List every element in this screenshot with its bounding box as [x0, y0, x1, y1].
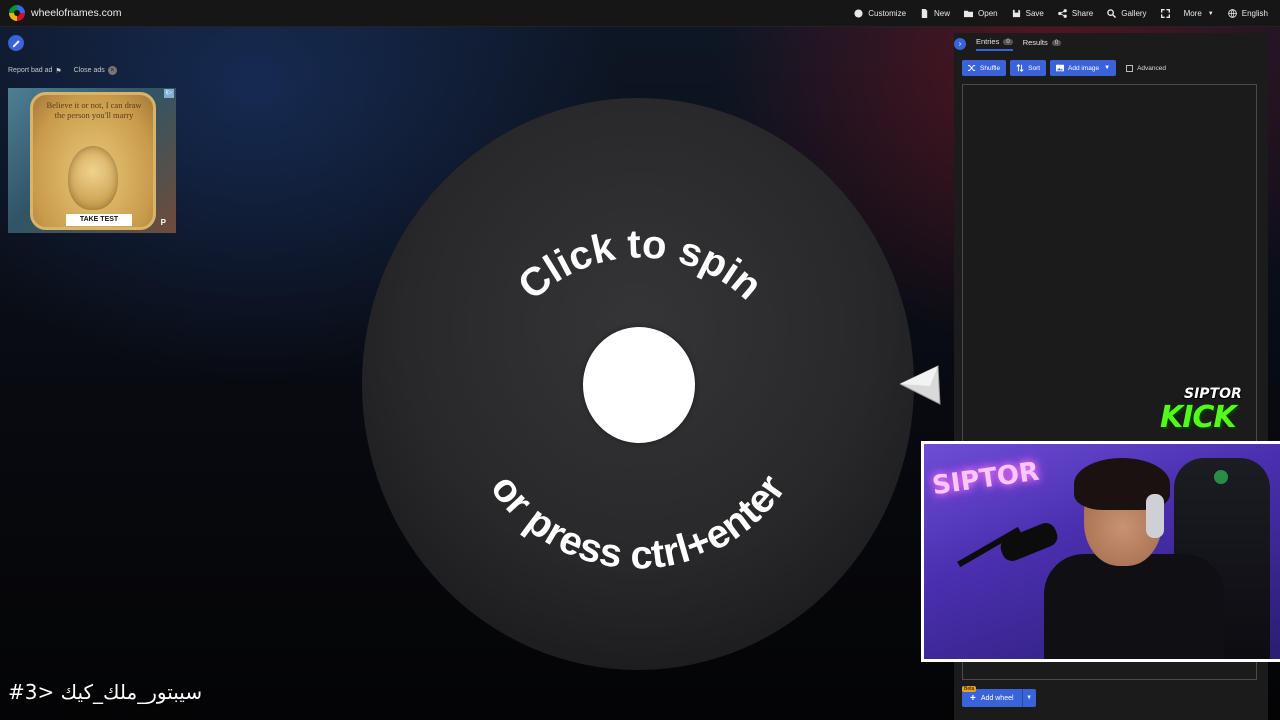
nav-customize[interactable]: Customize — [854, 9, 906, 18]
sort-icon — [1016, 64, 1024, 72]
palette-icon — [854, 9, 863, 18]
ad-portrait-image — [68, 146, 118, 210]
results-count-badge: 0 — [1051, 39, 1062, 46]
main-nav: Customize New Open Save Share Gallery Mo… — [854, 0, 1268, 27]
wheel-center-hub[interactable] — [583, 327, 695, 443]
nav-customize-label: Customize — [868, 9, 907, 18]
nav-language-label: English — [1241, 9, 1268, 18]
image-icon — [1056, 64, 1065, 72]
report-bad-ad-link[interactable]: Report bad ad ⚑ — [8, 66, 62, 75]
advanced-label: Advanced — [1137, 64, 1166, 72]
folder-open-icon — [964, 10, 974, 18]
nav-open-label: Open — [978, 9, 998, 18]
site-logo[interactable]: wheelofnames.com — [9, 5, 121, 21]
ad-info-icon[interactable]: i▷ — [164, 89, 174, 98]
nav-fullscreen[interactable] — [1160, 9, 1170, 18]
nav-gallery-label: Gallery — [1121, 9, 1147, 18]
tab-results-label: Results — [1022, 38, 1048, 47]
nav-new-label: New — [934, 9, 951, 18]
ad-brand-mark: P — [160, 218, 166, 227]
fullscreen-icon — [1160, 9, 1170, 18]
panel-tabs: › Entries 0 Results 0 — [954, 35, 1062, 53]
kick-logo: KICK — [1160, 400, 1237, 435]
nav-save[interactable]: Save — [1012, 9, 1044, 18]
nav-share[interactable]: Share — [1058, 9, 1093, 18]
shuffle-label: Shuffle — [980, 64, 1001, 72]
sort-button[interactable]: Sort — [1010, 60, 1047, 76]
nav-language[interactable]: English — [1227, 9, 1268, 18]
top-bar: wheelofnames.com Customize New Open Save… — [0, 0, 1280, 27]
ad-headline: Believe it or not, I can draw the person… — [46, 100, 142, 120]
beta-badge: Beta — [962, 686, 977, 692]
ad-controls: Report bad ad ⚑ Close ads × — [8, 66, 117, 75]
new-file-icon — [921, 9, 928, 18]
plus-icon: + — [970, 692, 976, 704]
spin-wheel[interactable]: Click to spin or press ctrl+enter — [362, 98, 914, 670]
close-ads-link[interactable]: Close ads × — [74, 66, 117, 75]
nav-gallery[interactable]: Gallery — [1107, 9, 1147, 18]
ad-cta-button[interactable]: TAKE TEST — [66, 214, 132, 226]
streamer-body — [1044, 554, 1224, 659]
collapse-panel-icon[interactable]: › — [954, 38, 966, 50]
add-wheel-dropdown-icon[interactable]: ▼ — [1021, 689, 1036, 707]
nav-open[interactable]: Open — [964, 9, 998, 18]
site-name: wheelofnames.com — [31, 7, 122, 19]
tab-entries[interactable]: Entries 0 — [976, 37, 1013, 51]
flag-icon: ⚑ — [55, 67, 62, 75]
chair-logo-icon — [1214, 470, 1228, 484]
neon-sign: SIPTOR — [930, 456, 1041, 502]
nav-save-label: Save — [1025, 9, 1044, 18]
shuffle-button[interactable]: Shuffle — [962, 60, 1007, 76]
search-icon — [1107, 9, 1117, 18]
entries-toolbar: Shuffle Sort Add image ▼ Advanced — [962, 60, 1166, 76]
entries-count-badge: 0 — [1003, 38, 1013, 45]
headset-icon — [1146, 494, 1164, 538]
close-icon: × — [107, 66, 117, 75]
advanced-checkbox[interactable]: Advanced — [1126, 64, 1166, 72]
edit-pencil-button[interactable] — [8, 35, 24, 51]
add-image-button[interactable]: Add image ▼ — [1050, 60, 1117, 76]
add-image-label: Add image — [1068, 64, 1100, 72]
tab-entries-label: Entries — [976, 37, 1000, 46]
globe-icon — [1227, 9, 1237, 18]
share-icon — [1058, 9, 1067, 18]
report-bad-ad-label: Report bad ad — [8, 67, 53, 74]
close-ads-label: Close ads — [73, 67, 105, 74]
nav-share-label: Share — [1071, 9, 1094, 18]
webcam-overlay: SIPTOR — [921, 441, 1280, 662]
ad-banner[interactable]: Believe it or not, I can draw the person… — [8, 88, 176, 233]
add-wheel-label: Add wheel — [980, 694, 1014, 702]
nav-more-label: More — [1183, 9, 1202, 18]
shuffle-icon — [968, 65, 976, 71]
sort-label: Sort — [1028, 64, 1041, 72]
wheel-pointer-icon — [900, 365, 941, 405]
save-icon — [1012, 9, 1020, 18]
microphone-icon — [997, 520, 1061, 564]
nav-new[interactable]: New — [920, 9, 950, 18]
caret-down-icon: ▼ — [1207, 10, 1214, 17]
add-image-caret-icon: ▼ — [1104, 65, 1111, 71]
wheel-logo-icon — [9, 5, 25, 21]
stream-caption: #سيبتور_ملك_كيك <3 — [8, 680, 203, 704]
nav-more[interactable]: More ▼ — [1184, 9, 1214, 18]
pencil-icon — [12, 39, 20, 47]
tab-results[interactable]: Results 0 — [1022, 38, 1062, 50]
checkbox-icon — [1126, 64, 1134, 72]
